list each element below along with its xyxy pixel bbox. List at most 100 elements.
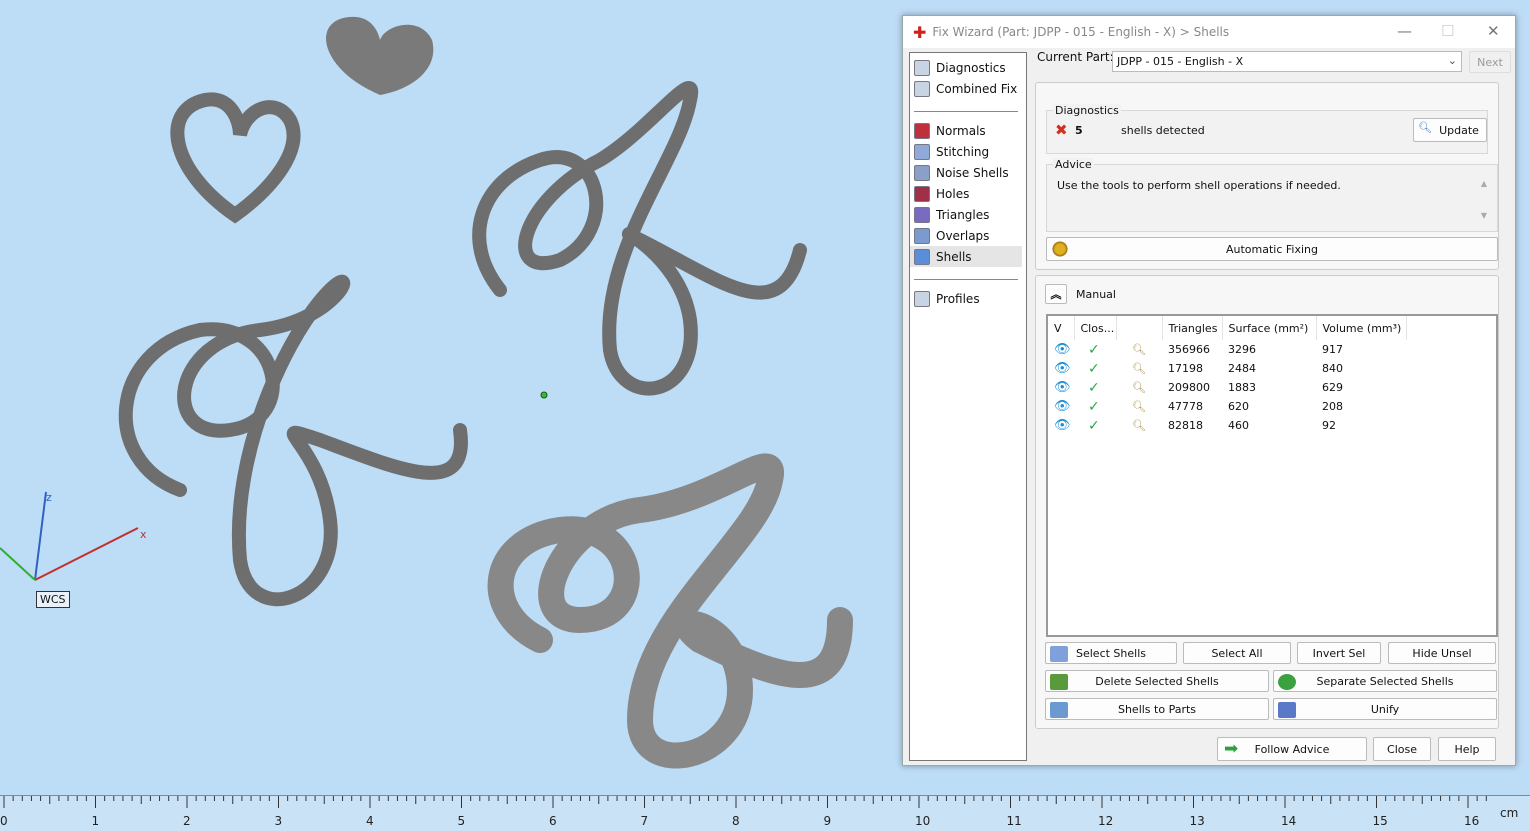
nav-item-label: Normals	[936, 123, 986, 138]
table-row[interactable]: 👁︎ ✓ 🔍︎ 47778 620 208	[1048, 397, 1406, 416]
diagnostics-panel: Diagnostics ✖ 5 shells detected 🔍︎ Update…	[1035, 82, 1499, 270]
ruler-label: 10	[915, 814, 931, 828]
collapse-chevron-icon[interactable]: ︽	[1045, 284, 1067, 304]
diagnostics-group: Diagnostics ✖ 5 shells detected 🔍︎ Update	[1046, 104, 1488, 154]
current-part-select[interactable]: JDPP - 015 - English - X ⌄	[1112, 51, 1462, 72]
ruler-label: 6	[549, 814, 557, 828]
wcs-label: WCS	[36, 591, 70, 608]
ruler-label: 8	[732, 814, 740, 828]
nav-item-shells[interactable]: Shells	[910, 246, 1022, 267]
help-button[interactable]: Help	[1438, 737, 1496, 761]
manual-panel: ︽ Manual V Clos... Triangles Surface (mm²) V…	[1035, 275, 1499, 729]
close-button[interactable]: Close	[1373, 737, 1431, 761]
nav-item-holes[interactable]: Holes	[910, 183, 1026, 204]
unify-label: Unify	[1370, 702, 1400, 716]
next-button[interactable]: Next	[1469, 51, 1511, 73]
column-header[interactable]: Volume (mm³)	[1316, 316, 1407, 340]
invert-sel-button[interactable]: Invert Sel	[1297, 642, 1381, 664]
zoom-to-shell-icon[interactable]: 🔍︎	[1122, 419, 1146, 432]
nav-item-triangles[interactable]: Triangles	[910, 204, 1026, 225]
cell-surface: 1883	[1228, 381, 1256, 394]
scroll-up-icon[interactable]: ▲	[1481, 179, 1487, 188]
nav-item-combined-fix[interactable]: Combined Fix	[910, 78, 1026, 99]
title-bar: ✚ Fix Wizard (Part: JDPP - 015 - English…	[903, 16, 1515, 48]
column-header[interactable]: Triangles	[1162, 316, 1223, 340]
table-row[interactable]: 👁︎ ✓ 🔍︎ 209800 1883 629	[1048, 378, 1406, 397]
cell-volume: 840	[1322, 362, 1343, 375]
column-header[interactable]: Clos...	[1074, 316, 1117, 340]
nav-item-label: Holes	[936, 186, 970, 201]
scroll-down-icon[interactable]: ▼	[1481, 211, 1487, 220]
table-row[interactable]: 👁︎ ✓ 🔍︎ 356966 3296 917	[1048, 340, 1406, 359]
delete-selected-shells-button[interactable]: Delete Selected Shells	[1045, 670, 1269, 692]
select-all-button[interactable]: Select All	[1183, 642, 1291, 664]
automatic-fixing-label: Automatic Fixing	[1225, 242, 1318, 256]
nav-item-label: Overlaps	[936, 228, 990, 243]
nav-item-overlaps[interactable]: Overlaps	[910, 225, 1026, 246]
maximize-button[interactable]: ☐	[1441, 22, 1454, 40]
check-icon: ✓	[1088, 379, 1100, 396]
table-row[interactable]: 👁︎ ✓ 🔍︎ 82818 460 92	[1048, 416, 1406, 435]
close-window-button[interactable]: ✕	[1487, 22, 1500, 40]
select-shells-button[interactable]: Select Shells	[1045, 642, 1177, 664]
model-heart-pave	[326, 16, 434, 96]
column-header[interactable]: Surface (mm²)	[1222, 316, 1317, 340]
zoom-to-shell-icon[interactable]: 🔍︎	[1122, 343, 1146, 356]
update-button[interactable]: 🔍︎ Update	[1413, 118, 1487, 142]
select-shells-icon	[1050, 646, 1068, 662]
advice-title: Advice	[1053, 158, 1094, 171]
delete-shells-icon	[1050, 674, 1068, 690]
zoom-to-shell-icon[interactable]: 🔍︎	[1122, 400, 1146, 413]
ruler-label: 15	[1372, 814, 1388, 828]
unify-button[interactable]: Unify	[1273, 698, 1497, 720]
shells-table[interactable]: V Clos... Triangles Surface (mm²) Volume (mm…	[1046, 314, 1498, 637]
ruler-label: 12	[1098, 814, 1114, 828]
ruler-label: 14	[1281, 814, 1297, 828]
dialog-title: Fix Wizard (Part: JDPP - 015 - English -…	[932, 25, 1230, 39]
ruler-label: 11	[1006, 814, 1022, 828]
separate-shells-icon	[1278, 674, 1296, 690]
table-row[interactable]: 👁︎ ✓ 🔍︎ 17198 2484 840	[1048, 359, 1406, 378]
zoom-to-shell-icon[interactable]: 🔍︎	[1122, 362, 1146, 375]
magnifier-icon	[914, 59, 930, 76]
holes-icon	[914, 185, 930, 202]
cell-surface: 460	[1228, 419, 1249, 432]
arrow-right-icon: ➡	[1224, 739, 1239, 759]
cell-triangles: 82818	[1168, 419, 1203, 432]
separate-selected-shells-button[interactable]: Separate Selected Shells	[1273, 670, 1497, 692]
minimize-button[interactable]: —	[1397, 22, 1412, 40]
hide-unsel-button[interactable]: Hide Unsel	[1388, 642, 1496, 664]
ruler-label: 9	[823, 814, 832, 828]
stitching-icon	[914, 143, 930, 160]
eye-icon[interactable]: 👁︎	[1054, 342, 1071, 357]
follow-advice-button[interactable]: ➡ Follow Advice	[1217, 737, 1367, 761]
column-header[interactable]	[1116, 316, 1163, 340]
model-heart-small	[170, 92, 301, 224]
nav-item-normals[interactable]: Normals	[910, 120, 1026, 141]
nav-item-noise-shells[interactable]: Noise Shells	[910, 162, 1026, 183]
column-header[interactable]: V	[1048, 316, 1075, 340]
delete-selected-label: Delete Selected Shells	[1095, 674, 1219, 688]
model-letter-flat	[487, 453, 853, 769]
profiles-icon	[914, 290, 930, 307]
nav-item-profiles[interactable]: Profiles	[910, 288, 1026, 309]
axis-z-label: z	[46, 491, 52, 504]
ruler-label: 16	[1464, 814, 1480, 828]
automatic-fixing-button[interactable]: Automatic Fixing	[1046, 237, 1498, 261]
nav-item-label: Noise Shells	[936, 165, 1009, 180]
shells-to-parts-icon	[1050, 702, 1068, 718]
nav-item-diagnostics[interactable]: Diagnostics	[910, 57, 1026, 78]
shells-to-parts-button[interactable]: Shells to Parts	[1045, 698, 1269, 720]
ruler-label: 0	[0, 814, 8, 828]
shells-to-parts-label: Shells to Parts	[1117, 702, 1197, 716]
zoom-to-shell-icon[interactable]: 🔍︎	[1122, 381, 1146, 394]
follow-advice-label: Follow Advice	[1254, 742, 1330, 756]
nav-item-label: Profiles	[936, 291, 980, 306]
eye-icon[interactable]: 👁︎	[1054, 418, 1071, 433]
eye-icon[interactable]: 👁︎	[1054, 361, 1071, 376]
model-letter-pave-left	[118, 274, 468, 607]
eye-icon[interactable]: 👁︎	[1054, 399, 1071, 414]
nav-item-label: Triangles	[936, 207, 990, 222]
nav-item-stitching[interactable]: Stitching	[910, 141, 1026, 162]
eye-icon[interactable]: 👁︎	[1054, 380, 1071, 395]
